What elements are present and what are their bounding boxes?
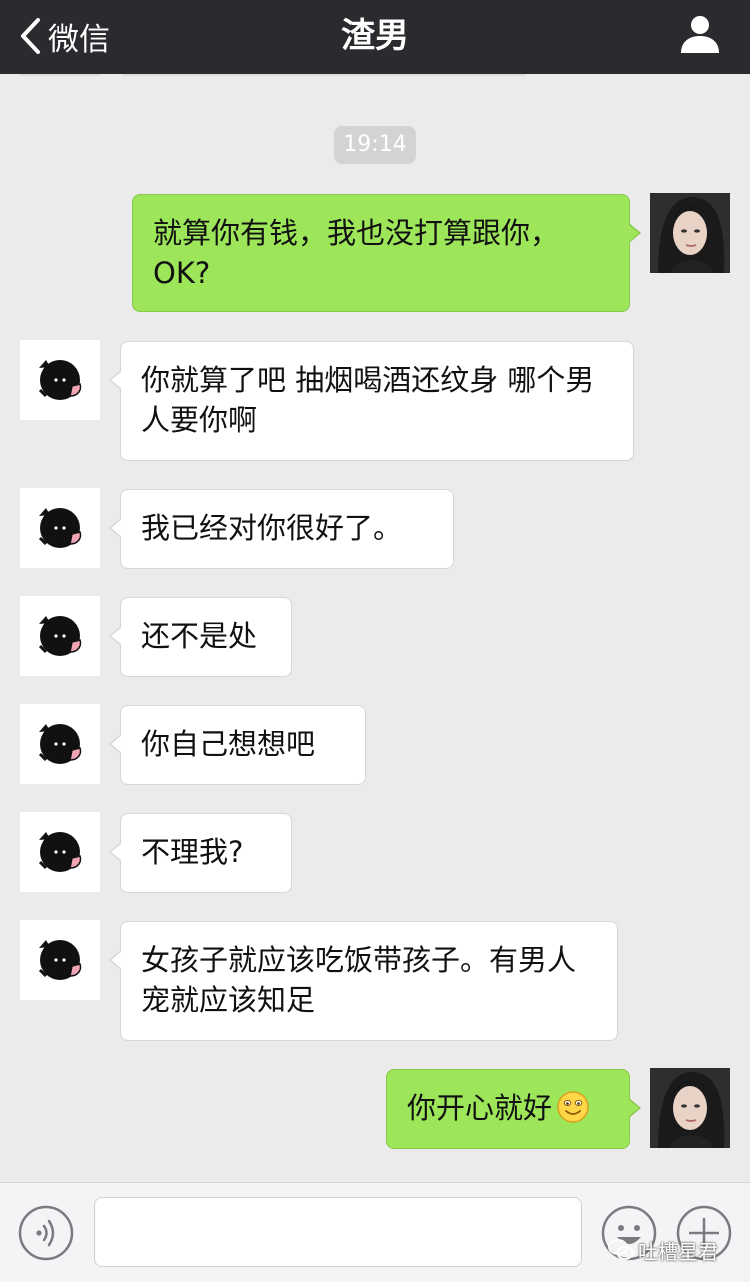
message-input[interactable] — [94, 1197, 582, 1267]
message-bubble-incoming[interactable]: 还不是处 — [109, 597, 292, 677]
contact-avatar[interactable] — [20, 920, 100, 1000]
person-icon[interactable] — [678, 14, 722, 54]
contact-avatar[interactable] — [20, 596, 100, 676]
input-toolbar — [0, 1182, 750, 1282]
smile-emoji-icon — [557, 1091, 589, 1123]
panda-avatar-icon — [20, 920, 100, 1000]
message-bubble-incoming[interactable]: 我已经对你很好了。 — [109, 489, 454, 569]
panda-avatar-icon — [20, 812, 100, 892]
message-bubble-incoming[interactable]: 不理我? — [109, 813, 292, 893]
watermark: 吐槽星君 — [608, 1236, 718, 1264]
watermark-text: 吐槽星君 — [638, 1239, 718, 1264]
panda-avatar-icon — [20, 488, 100, 568]
previous-message-edge — [20, 74, 100, 76]
message-text: 你开心就好 — [407, 1091, 553, 1125]
message-bubble-outgoing[interactable]: 你开心就好 — [386, 1069, 641, 1149]
contact-avatar[interactable] — [20, 340, 100, 420]
panda-avatar-icon — [20, 596, 100, 676]
panda-avatar-icon — [20, 704, 100, 784]
message-bubble-incoming[interactable]: 你自己想想吧 — [109, 705, 366, 785]
chat-title: 渣男 — [341, 16, 409, 56]
message-text: 还不是处 — [141, 619, 258, 653]
message-text: 就算你有钱，我也没打算跟你，OK? — [153, 216, 560, 290]
message-text: 你自己想想吧 — [141, 727, 316, 761]
user-photo — [650, 193, 730, 273]
message-bubble-outgoing[interactable]: 就算你有钱，我也没打算跟你，OK? — [132, 194, 641, 312]
message-text: 女孩子就应该吃饭带孩子。有男人宠就应该知足 — [141, 943, 577, 1017]
user-photo — [650, 1068, 730, 1148]
message-bubble-incoming[interactable]: 你就算了吧 抽烟喝酒还纹身 哪个男人要你啊 — [109, 341, 634, 461]
message-text: 不理我? — [141, 835, 244, 869]
previous-message-edge — [122, 74, 526, 76]
message-bubble-incoming[interactable]: 女孩子就应该吃饭带孩子。有男人宠就应该知足 — [109, 921, 618, 1041]
timestamp: 19:14 — [334, 126, 416, 164]
wechat-logo-icon — [608, 1239, 634, 1260]
my-avatar[interactable] — [650, 193, 730, 273]
nav-bar: 微信 渣男 — [0, 0, 750, 74]
contact-avatar[interactable] — [20, 704, 100, 784]
message-list[interactable]: 19:14 就算你有钱，我也没打算跟你，OK? 你就算了吧 抽烟喝酒还纹身 哪个… — [0, 74, 750, 1182]
contact-avatar[interactable] — [20, 488, 100, 568]
voice-icon[interactable] — [18, 1205, 74, 1261]
panda-avatar-icon — [20, 340, 100, 420]
message-text: 你就算了吧 抽烟喝酒还纹身 哪个男人要你啊 — [141, 363, 595, 437]
my-avatar[interactable] — [650, 1068, 730, 1148]
message-text: 我已经对你很好了。 — [141, 511, 403, 545]
contact-avatar[interactable] — [20, 812, 100, 892]
